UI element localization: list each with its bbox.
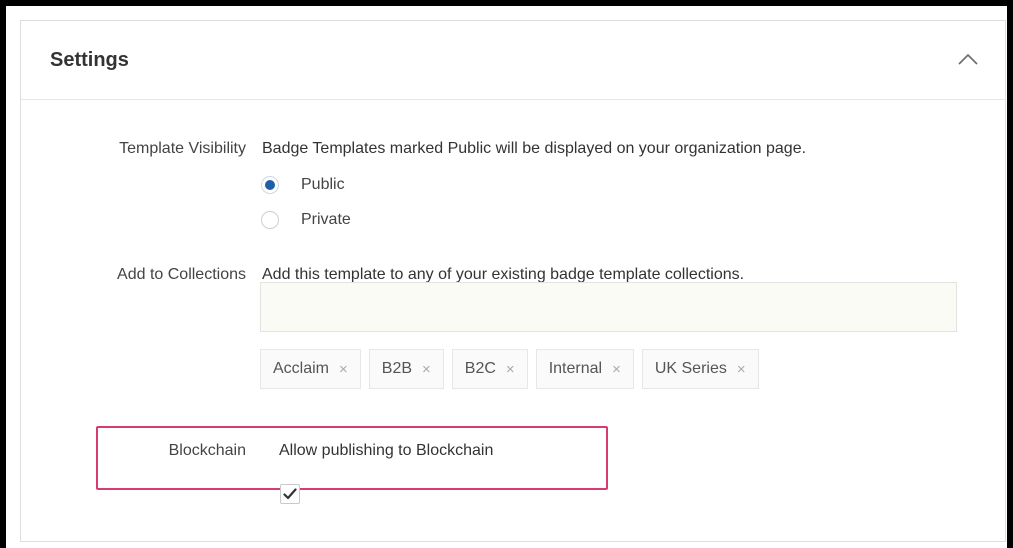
radio-public-label: Public (301, 176, 345, 193)
template-visibility-label: Template Visibility (119, 140, 246, 157)
tag-uk-series: UK Series × (641, 349, 759, 389)
radio-private-button[interactable] (261, 211, 279, 229)
chevron-up-icon[interactable] (957, 51, 979, 67)
tag-b2b: B2B × (368, 349, 444, 389)
tag-internal: Internal × (535, 349, 634, 389)
checkmark-icon (283, 488, 297, 500)
radio-private[interactable]: Private (261, 209, 351, 231)
radio-private-label: Private (301, 211, 351, 228)
collections-input[interactable] (260, 282, 957, 332)
remove-tag-icon[interactable]: × (422, 361, 431, 378)
tag-label: B2C (464, 360, 496, 377)
panel-title: Settings (50, 49, 129, 71)
blockchain-description: Allow publishing to Blockchain (279, 442, 494, 459)
tag-b2c: B2C × (451, 349, 528, 389)
settings-header[interactable]: Settings (21, 21, 1005, 100)
radio-public-button[interactable] (261, 176, 279, 194)
collection-tags: Acclaim × B2B × B2C × Internal × UK Seri… (260, 349, 759, 389)
remove-tag-icon[interactable]: × (737, 361, 746, 378)
template-visibility-description: Badge Templates marked Public will be di… (262, 140, 807, 157)
remove-tag-icon[interactable]: × (506, 361, 515, 378)
collections-label: Add to Collections (117, 266, 246, 283)
tag-label: UK Series (654, 360, 727, 377)
tag-acclaim: Acclaim × (260, 349, 361, 389)
radio-public[interactable]: Public (261, 174, 345, 196)
remove-tag-icon[interactable]: × (339, 361, 348, 378)
blockchain-checkbox[interactable] (280, 484, 300, 504)
blockchain-label: Blockchain (168, 442, 246, 459)
tag-label: B2B (381, 360, 413, 377)
tag-label: Internal (548, 360, 603, 377)
tag-label: Acclaim (273, 360, 330, 377)
remove-tag-icon[interactable]: × (612, 361, 621, 378)
